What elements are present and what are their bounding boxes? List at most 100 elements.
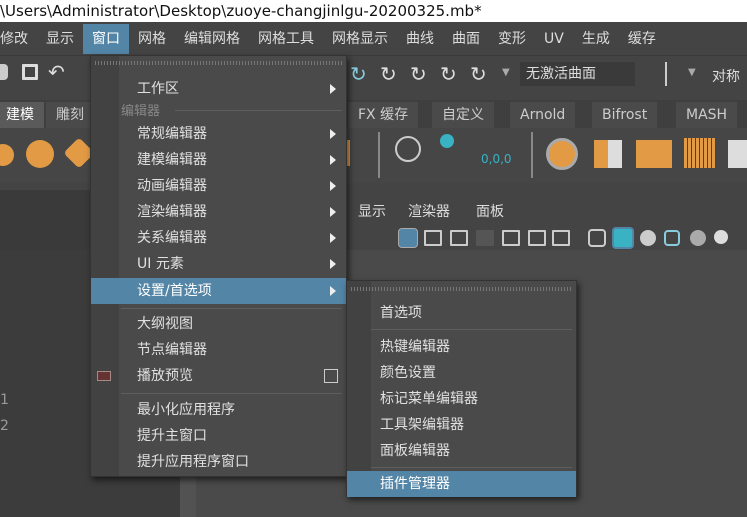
option-box-icon[interactable]	[324, 369, 338, 383]
menu-item-relationship-editors[interactable]: 关系编辑器	[91, 225, 346, 251]
mirror-icon[interactable]	[636, 140, 672, 168]
menu-surfaces[interactable]: 曲面	[443, 24, 489, 54]
snap-surface-icon[interactable]: ↻	[440, 62, 457, 86]
delete-history-icon[interactable]	[440, 134, 454, 148]
submenu-arrow-icon	[330, 84, 336, 94]
snap-view-icon[interactable]: ↻	[410, 62, 427, 86]
tab-modeling[interactable]: 建模	[0, 102, 44, 128]
menu-modify[interactable]: 修改	[0, 24, 37, 54]
freeze-transform-icon[interactable]: 0,0,0	[481, 152, 512, 166]
live-surface-field[interactable]: 无激活曲面	[520, 62, 635, 86]
boolean-icon[interactable]	[728, 140, 747, 168]
tear-off-handle[interactable]	[95, 61, 342, 65]
tab-bifrost[interactable]: Bifrost	[592, 102, 658, 128]
symmetry-label[interactable]: 对称	[712, 66, 740, 86]
submenu-arrow-icon	[330, 259, 336, 269]
tab-arnold[interactable]: Arnold	[510, 102, 576, 128]
shelf-torus-icon[interactable]	[26, 140, 54, 168]
menu-curves[interactable]: 曲线	[397, 24, 443, 54]
menu-item-minimize-application[interactable]: 最小化应用程序	[91, 397, 346, 423]
tab-mash[interactable]: MASH	[676, 102, 738, 128]
menu-item-raise-application-windows[interactable]: 提升应用程序窗口	[91, 449, 346, 475]
menu-item-settings-preferences[interactable]: 设置/首选项	[91, 278, 346, 304]
field-chart-icon[interactable]	[502, 230, 520, 246]
menu-uv[interactable]: UV	[535, 24, 573, 54]
snap-live-icon[interactable]: ↻	[470, 62, 487, 86]
playblast-icon	[97, 371, 111, 381]
menu-item-modeling-editors[interactable]: 建模编辑器	[91, 147, 346, 173]
menu-item-plugin-manager[interactable]: 插件管理器	[347, 471, 576, 497]
menu-item-outliner[interactable]: 大纲视图	[91, 311, 346, 337]
default-material-icon[interactable]	[640, 230, 656, 246]
label: 大纲视图	[137, 316, 193, 332]
tear-off-handle[interactable]	[351, 287, 572, 291]
menu-item-panel-editor[interactable]: 面板编辑器	[347, 438, 576, 464]
grid-icon[interactable]	[398, 228, 418, 248]
tab-sculpt[interactable]: 雕刻	[46, 102, 94, 128]
safe-action-icon[interactable]	[528, 230, 546, 246]
menu-item-playblast[interactable]: 播放预览	[91, 363, 346, 389]
resolution-gate-icon[interactable]	[450, 230, 468, 246]
save-icon[interactable]	[22, 64, 38, 80]
undo-icon[interactable]: ↶	[48, 60, 65, 84]
snap-point-icon[interactable]: ↻	[380, 62, 397, 86]
center-pivot-icon[interactable]	[395, 136, 421, 162]
menu-deform[interactable]: 变形	[489, 24, 535, 54]
panel-menu-renderer[interactable]: 渲染器	[408, 201, 450, 221]
label: 颜色设置	[380, 365, 436, 381]
dropdown-arrow-icon[interactable]: ▼	[688, 67, 696, 78]
submenu-arrow-icon	[330, 129, 336, 139]
menu-mesh[interactable]: 网格	[129, 24, 175, 54]
submenu-arrow-icon	[330, 207, 336, 217]
safe-title-icon[interactable]	[552, 230, 570, 246]
menu-window[interactable]: 窗口	[83, 23, 129, 54]
tab-custom[interactable]: 自定义	[432, 102, 494, 128]
combine-icon[interactable]	[546, 138, 578, 170]
wireframe-icon[interactable]	[588, 229, 606, 247]
menu-edit-mesh[interactable]: 编辑网格	[175, 24, 249, 54]
menu-item-color-settings[interactable]: 颜色设置	[347, 360, 576, 386]
label: 首选项	[380, 305, 422, 321]
menu-item-ui-elements[interactable]: UI 元素	[91, 251, 346, 277]
divider	[175, 110, 342, 111]
menu-item-hotkey-editor[interactable]: 热键编辑器	[347, 334, 576, 360]
label: 动画编辑器	[137, 178, 207, 194]
menu-item-animation-editors[interactable]: 动画编辑器	[91, 173, 346, 199]
menu-item-rendering-editors[interactable]: 渲染编辑器	[91, 199, 346, 225]
tab-fx-cache[interactable]: FX 缓存	[348, 102, 419, 128]
divider	[121, 393, 342, 394]
divider	[121, 308, 342, 309]
menu-item-preferences[interactable]: 首选项	[347, 300, 576, 326]
menu-item-node-editor[interactable]: 节点编辑器	[91, 337, 346, 363]
shelf-sphere-icon[interactable]	[0, 144, 14, 166]
menu-mesh-display[interactable]: 网格显示	[323, 24, 397, 54]
separator	[378, 132, 380, 178]
lights-icon[interactable]	[690, 230, 706, 246]
gate-mask-icon[interactable]	[476, 230, 494, 246]
dropdown-arrow-icon[interactable]: ▼	[502, 67, 510, 78]
smooth-icon[interactable]	[684, 138, 716, 168]
panel-menu-panels[interactable]: 面板	[476, 201, 504, 221]
label: 标记菜单编辑器	[380, 391, 478, 407]
menu-bar: 修改 显示 窗口 网格 编辑网格 网格工具 网格显示 曲线 曲面 变形 UV 生…	[0, 22, 747, 55]
menu-item-shelf-editor[interactable]: 工具架编辑器	[347, 412, 576, 438]
label: UI 元素	[137, 256, 184, 272]
open-icon[interactable]	[0, 64, 8, 80]
film-gate-icon[interactable]	[424, 230, 442, 246]
menu-generate[interactable]: 生成	[573, 24, 619, 54]
smooth-shade-icon[interactable]	[612, 227, 634, 249]
label: 热键编辑器	[380, 339, 450, 355]
panel-menu-view[interactable]: 显示	[358, 201, 386, 221]
menu-item-workspace[interactable]: 工作区	[91, 76, 346, 102]
separate-icon[interactable]	[594, 140, 622, 168]
light-bulb-icon[interactable]	[714, 230, 728, 244]
menu-mesh-tools[interactable]: 网格工具	[249, 24, 323, 54]
menu-item-raise-main-window[interactable]: 提升主窗口	[91, 423, 346, 449]
menu-cache[interactable]: 缓存	[619, 24, 665, 54]
menu-item-general-editors[interactable]: 常规编辑器	[91, 121, 346, 147]
textured-icon[interactable]	[664, 230, 680, 246]
menu-item-marking-menu-editor[interactable]: 标记菜单编辑器	[347, 386, 576, 412]
menu-display[interactable]: 显示	[37, 24, 83, 54]
label: 工具架编辑器	[380, 417, 464, 433]
snap-curve-icon[interactable]: ↻	[350, 62, 367, 86]
